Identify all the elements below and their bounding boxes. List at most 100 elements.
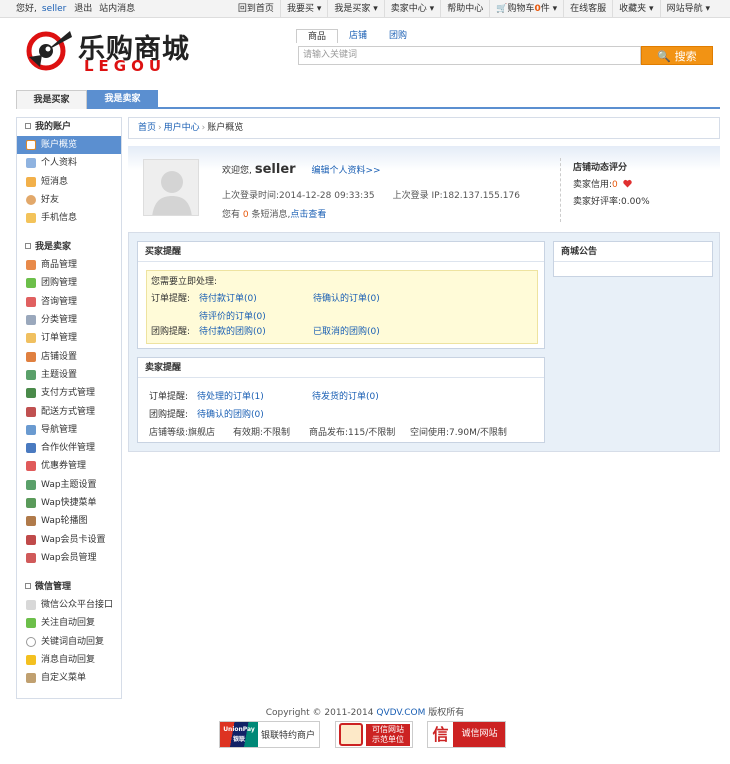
buyer-menu[interactable]: 我是买家 ▾ — [327, 0, 383, 18]
search-button[interactable]: 🔍 搜索 — [641, 46, 713, 65]
search-tab-products[interactable]: 商品 — [296, 29, 339, 43]
seller-reminders: 卖家提醒 订单提醒: 待处理的订单(1) 待发货的订单(0) 团购提醒: 待确认… — [137, 357, 545, 443]
unionpay-badge[interactable]: UnionPay 银联 银联特约商户 — [219, 721, 320, 748]
integrity-icon: 信 — [428, 722, 454, 747]
sidebar-item-partners[interactable]: 合作伙伴管理 — [17, 439, 121, 457]
sidebar-item-wap-menu[interactable]: Wap快捷菜单 — [17, 494, 121, 512]
site-nav-menu[interactable]: 网站导航 ▾ — [659, 0, 716, 18]
order-icon — [26, 333, 36, 344]
buyer-reminders-list: 您需要立即处理: 订单提醒: 待付款订单(0) 待确认的订单(0) 待评价的订单… — [146, 270, 538, 344]
favorites-menu[interactable]: 收藏夹 ▾ — [612, 0, 659, 18]
breadcrumb-current: 账户概览 — [207, 123, 244, 133]
sidebar-item-orders[interactable]: 订单管理 — [17, 329, 121, 347]
goods-icon — [26, 260, 36, 271]
avatar-placeholder-icon — [144, 160, 198, 215]
search-tab-groupbuy[interactable]: 团购 — [378, 29, 418, 43]
pending-review-orders-link[interactable]: 待评价的订单(0) — [199, 309, 266, 322]
profile-info: 欢迎您, seller 编辑个人资料>> 上次登录时间:2014-12-28 09… — [222, 162, 520, 220]
breadcrumb-home[interactable]: 首页 — [138, 123, 156, 133]
sidebar-group-title[interactable]: 我是卖家 — [17, 238, 121, 256]
search-input[interactable]: 请输入关键词 — [298, 46, 641, 65]
sidebar-item-wap-members[interactable]: Wap会员管理 — [17, 549, 121, 567]
sidebar-item-wap-theme[interactable]: Wap主题设置 — [17, 476, 121, 494]
mall-notice-title: 商城公告 — [554, 242, 712, 262]
sidebar-item-shipping[interactable]: 配送方式管理 — [17, 402, 121, 420]
cart-link[interactable]: 🛒购物车0件 ▾ — [489, 0, 563, 18]
wap-card-icon — [26, 534, 36, 545]
trusted-site-badge[interactable]: 可信网站 示范单位 — [335, 721, 413, 748]
sidebar-item-category[interactable]: 分类管理 — [17, 311, 121, 329]
friend-icon — [26, 195, 36, 206]
sidebar-item-custom-menu[interactable]: 自定义菜单 — [17, 669, 121, 687]
sidebar-item-coupons[interactable]: 优惠券管理 — [17, 457, 121, 475]
chat-bubble-icon — [26, 636, 36, 647]
buy-menu[interactable]: 我要买 ▾ — [279, 0, 327, 18]
sidebar-item-navigation[interactable]: 导航管理 — [17, 421, 121, 439]
help-center-link[interactable]: 帮助中心 — [440, 0, 489, 18]
edit-profile-link[interactable]: 编辑个人资料>> — [311, 166, 380, 176]
site-logo[interactable]: 乐购商城 LEGOU — [26, 27, 196, 75]
store-rating-title: 店铺动态评分 — [573, 163, 628, 173]
pending-confirm-groupbuy-link[interactable]: 待确认的团购(0) — [197, 407, 264, 420]
tab-buyer[interactable]: 我是买家 — [16, 90, 87, 109]
sidebar-item-wechat-api[interactable]: 微信公众平台接口 — [17, 596, 121, 614]
pending-payment-orders-link[interactable]: 待付款订单(0) — [199, 291, 257, 304]
message-count: 0 — [242, 210, 249, 220]
wap-theme-icon — [26, 479, 36, 490]
last-login-ip: 182.137.155.176 — [442, 191, 520, 201]
sidebar-item-theme[interactable]: 主题设置 — [17, 366, 121, 384]
search-tab-stores[interactable]: 店铺 — [338, 29, 378, 43]
collapse-icon — [25, 583, 31, 589]
sidebar-item-follow-reply[interactable]: 关注自动回复 — [17, 614, 121, 632]
messages-link[interactable]: 站内消息 — [99, 4, 135, 14]
sidebar-group-title[interactable]: 我的账户 — [17, 118, 121, 136]
sidebar-item-wap-card[interactable]: Wap会员卡设置 — [17, 530, 121, 548]
sidebar-item-groupbuy[interactable]: 团购管理 — [17, 274, 121, 292]
username-link[interactable]: seller — [42, 4, 66, 14]
sidebar-item-goods[interactable]: 商品管理 — [17, 256, 121, 274]
integrity-site-badge[interactable]: 信 诚信网站 — [427, 721, 506, 748]
collapse-icon — [25, 123, 31, 129]
breadcrumb: 首页 › 用户中心 › 账户概览 — [128, 117, 720, 139]
payment-icon — [26, 388, 36, 399]
buyer-reminders-title: 买家提醒 — [138, 242, 544, 262]
cancelled-groupbuy-link[interactable]: 已取消的团购(0) — [313, 324, 380, 337]
pending-confirm-orders-link[interactable]: 待确认的订单(0) — [313, 291, 380, 304]
sidebar-group-title[interactable]: 微信管理 — [17, 578, 121, 596]
sidebar-item-keyword-reply[interactable]: 关键词自动回复 — [17, 633, 121, 651]
consult-icon — [26, 296, 36, 307]
site-nav: 回到首页 我要买 ▾ 我是买家 ▾ 卖家中心 ▾ 帮助中心 🛒购物车0件 ▾ 在… — [232, 0, 716, 18]
pending-process-orders-link[interactable]: 待处理的订单(1) — [197, 389, 264, 402]
sidebar-item-consult[interactable]: 咨询管理 — [17, 293, 121, 311]
reminders-panel: 买家提醒 您需要立即处理: 订单提醒: 待付款订单(0) 待确认的订单(0) 待… — [128, 232, 720, 452]
sidebar-item-messages[interactable]: 短消息 — [17, 173, 121, 191]
avatar[interactable] — [143, 159, 199, 216]
sidebar-item-friends[interactable]: 好友 — [17, 191, 121, 209]
site-link[interactable]: QVDV.COM — [376, 708, 425, 718]
sidebar-item-payment[interactable]: 支付方式管理 — [17, 384, 121, 402]
sidebar-item-wap-carousel[interactable]: Wap轮播图 — [17, 512, 121, 530]
online-service-link[interactable]: 在线客服 — [563, 0, 612, 18]
breadcrumb-user-center[interactable]: 用户中心 — [164, 123, 200, 133]
sidebar-item-message-reply[interactable]: 消息自动回复 — [17, 651, 121, 669]
positive-rate: 0.00% — [621, 197, 650, 207]
pending-payment-groupbuy-link[interactable]: 待付款的团购(0) — [199, 324, 266, 337]
theme-icon — [26, 369, 36, 380]
logout-link[interactable]: 退出 — [74, 4, 92, 14]
unionpay-logo-icon: UnionPay 银联 — [220, 722, 258, 747]
mail-icon — [26, 213, 36, 224]
logo-mark-icon — [26, 31, 72, 71]
sidebar-item-account-overview[interactable]: 账户概览 — [17, 136, 121, 155]
sidebar-item-mobile[interactable]: 手机信息 — [17, 209, 121, 227]
tab-seller[interactable]: 我是卖家 — [87, 90, 158, 109]
sidebar-item-store-settings[interactable]: 店铺设置 — [17, 347, 121, 365]
seller-center-menu[interactable]: 卖家中心 ▾ — [383, 0, 440, 18]
space-usage: 空间使用:7.90M/不限制 — [410, 428, 507, 438]
sidebar-group-account: 我的账户 账户概览 个人资料 短消息 好友 手机信息 — [17, 118, 121, 227]
home-link[interactable]: 回到首页 — [232, 0, 280, 18]
message-icon — [26, 176, 36, 187]
welcome-text: 欢迎您, — [222, 166, 252, 176]
view-messages-link[interactable]: 点击查看 — [290, 210, 326, 220]
pending-ship-orders-link[interactable]: 待发货的订单(0) — [312, 389, 379, 402]
sidebar-item-profile[interactable]: 个人资料 — [17, 154, 121, 172]
